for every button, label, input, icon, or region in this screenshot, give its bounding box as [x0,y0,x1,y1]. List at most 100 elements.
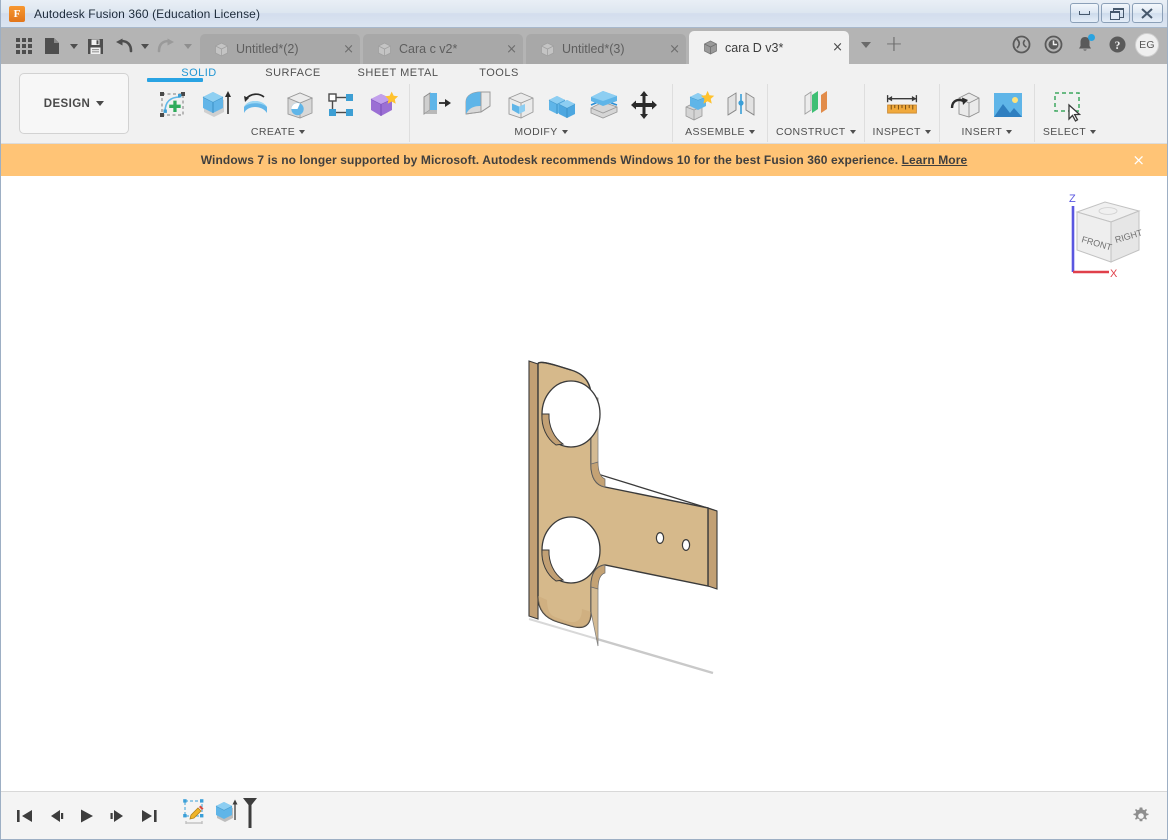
banner-close-icon[interactable]: × [1132,151,1145,169]
extrude-feature-icon [215,799,238,822]
insert-image-icon[interactable] [990,86,1026,124]
modify-group-label[interactable]: MODIFY [514,126,568,138]
small-hole-1 [655,532,665,545]
document-tab-4-active[interactable]: cara D v3* × [689,31,849,64]
fillet-icon[interactable] [460,86,496,124]
document-tab-close[interactable]: × [492,42,517,57]
design-canvas[interactable]: Z X FRONT RIGHT [1,176,1167,791]
banner-learn-more-link[interactable]: Learn More [902,153,968,167]
extrude-feature-node[interactable] [213,798,239,833]
redo-icon[interactable] [153,31,179,61]
step-forward-button[interactable] [108,806,128,826]
document-tab-close[interactable]: × [329,42,354,57]
tab-tools[interactable]: TOOLS [453,64,545,79]
chevron-down-icon [299,130,306,134]
extensions-icon[interactable] [1007,31,1035,59]
modify-group-icons [418,84,664,124]
document-tab-1[interactable]: Untitled*(2) × [200,34,360,64]
notification-badge [1088,33,1095,41]
chevron-down-icon [924,130,931,134]
document-tab-label: Untitled*(2) [236,42,299,56]
undo-icon[interactable] [110,31,136,61]
measure-icon[interactable] [884,86,920,124]
chevron-down-icon [561,130,568,134]
offset-plane-icon[interactable] [798,86,834,124]
restore-button[interactable] [1101,3,1130,23]
group-label-text: INSERT [961,126,1003,138]
timeline-marker[interactable] [241,796,259,835]
minimize-icon [1079,11,1090,15]
insert-derive-icon[interactable] [948,86,984,124]
construct-group-label[interactable]: CONSTRUCT [776,126,856,138]
insert-group-label[interactable]: INSERT [961,126,1013,138]
document-tab-close[interactable]: × [818,40,843,55]
new-component-icon[interactable] [681,86,717,124]
app-grid-icon[interactable] [11,31,37,61]
inspect-group-label[interactable]: INSPECT [873,126,931,138]
timeline-settings-button[interactable] [1129,804,1153,828]
bracket-model[interactable] [1,176,1167,786]
offset-face-icon[interactable] [586,86,622,124]
model-shadow [596,637,714,675]
extrude-icon[interactable] [197,86,233,124]
job-status-icon[interactable] [1039,31,1067,59]
small-hole-2 [681,539,691,552]
ribbon-group-inspect: INSPECT [863,84,939,142]
close-button[interactable] [1132,3,1163,23]
combine-icon[interactable] [544,86,580,124]
ribbon-group-select: SELECT [1033,84,1104,142]
gear-icon [1133,807,1149,821]
hole-icon[interactable] [281,86,317,124]
file-new-icon[interactable] [39,31,65,61]
svg-text:?: ? [1114,40,1120,52]
shell-icon[interactable] [502,86,538,124]
user-avatar[interactable]: EG [1135,32,1159,57]
minimize-button[interactable] [1070,3,1099,23]
document-tab-close[interactable]: × [655,42,680,57]
revolve-icon[interactable] [239,86,275,124]
pattern-icon[interactable] [365,86,401,124]
sketch-feature-node[interactable] [181,797,211,834]
window-controls [1070,3,1163,23]
group-label-text: INSPECT [872,126,921,138]
tab-solid[interactable]: SOLID [155,64,243,79]
tab-controls: + [852,28,908,64]
active-tab-underline [147,78,203,82]
ribbon-group-create: CREATE [147,78,409,142]
inspect-group-icons [884,84,920,124]
select-group-label[interactable]: SELECT [1043,126,1097,138]
play-button[interactable] [77,806,97,826]
ribbon-group-insert: INSERT [938,84,1034,142]
joint-icon[interactable] [723,86,759,124]
redo-dropdown[interactable] [181,31,194,61]
close-icon [1141,7,1153,19]
undo-dropdown[interactable] [138,31,151,61]
press-pull-icon[interactable] [418,86,454,124]
window-title-bar: F Autodesk Fusion 360 (Education License… [1,0,1167,28]
tab-overflow-chevron-down-icon[interactable] [852,30,880,60]
assemble-group-label[interactable]: ASSEMBLE [685,126,755,138]
go-to-end-button[interactable] [139,806,159,826]
create-sketch-icon[interactable] [155,86,191,124]
model-viewport[interactable] [1,176,1167,791]
step-back-icon [51,809,64,822]
save-icon[interactable] [82,31,108,61]
help-icon[interactable]: ? [1103,31,1131,59]
tab-sheet-metal[interactable]: SHEET METAL [343,64,453,79]
move-copy-icon[interactable] [628,86,664,124]
rib-icon[interactable] [323,86,359,124]
create-group-label[interactable]: CREATE [251,126,306,138]
file-new-dropdown[interactable] [67,31,80,61]
step-backward-button[interactable] [46,806,66,826]
notifications-icon[interactable] [1071,31,1099,59]
ribbon-main: SOLID SURFACE SHEET METAL TOOLS CREATE M… [141,64,1167,143]
workspace-switcher[interactable]: DESIGN [19,73,129,134]
new-tab-button[interactable]: + [880,30,908,60]
tab-surface[interactable]: SURFACE [243,64,343,79]
select-window-icon[interactable] [1051,86,1087,124]
document-tab-2[interactable]: Cara c v2* × [363,34,523,64]
document-tab-3[interactable]: Untitled*(3) × [526,34,686,64]
insert-group-icons [948,84,1026,124]
go-to-beginning-button[interactable] [15,806,35,826]
header-right-icons: ? EG [1007,28,1167,64]
